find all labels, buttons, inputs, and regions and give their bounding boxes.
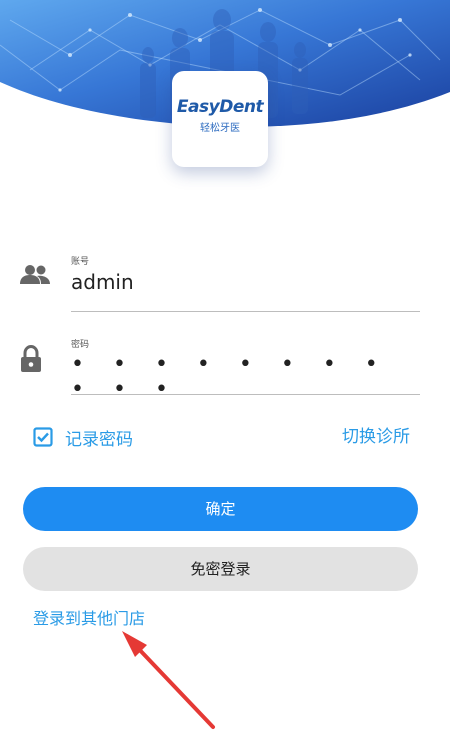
people-icon xyxy=(20,265,50,284)
switch-clinic-link[interactable]: 切换诊所 xyxy=(342,424,410,450)
account-input[interactable]: admin xyxy=(71,270,134,294)
account-field[interactable]: 账号 admin xyxy=(20,254,420,314)
password-underline xyxy=(71,394,420,395)
logo-name-cn: 轻松牙医 xyxy=(200,123,240,134)
password-label: 密码 xyxy=(71,340,90,350)
remember-password-label[interactable]: 记录密码 xyxy=(65,425,133,450)
login-other-store-link[interactable]: 登录到其他门店 xyxy=(33,605,145,629)
account-label: 账号 xyxy=(71,257,90,267)
lock-icon xyxy=(21,345,41,372)
logo-name-en: EasyDent xyxy=(176,97,264,117)
password-field[interactable]: 密码 • • • • • • • • • • • xyxy=(20,337,420,402)
account-underline xyxy=(71,311,420,312)
passwordless-login-button[interactable]: 免密登录 xyxy=(23,547,418,591)
app-logo: EasyDent 轻松牙医 xyxy=(172,71,268,167)
remember-password-checkbox[interactable]: 记录密码 xyxy=(33,424,133,450)
confirm-button[interactable]: 确定 xyxy=(23,487,418,531)
checkbox-checked-icon[interactable] xyxy=(33,427,53,447)
